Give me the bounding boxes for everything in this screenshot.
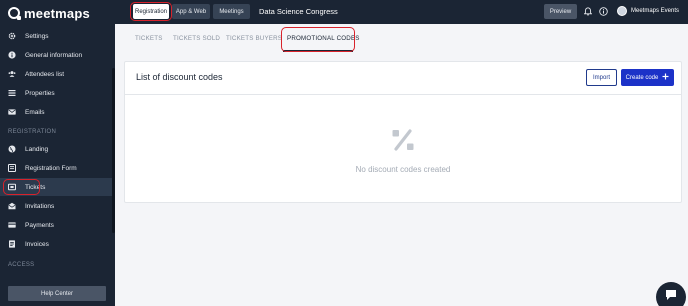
sidebar-item-invoices[interactable]: Invoices [0,235,112,253]
tab-tickets[interactable]: TICKETS [135,35,163,42]
top-bar: Registration App & Web Meetings Data Sci… [115,0,688,24]
sidebar-item-emails[interactable]: Emails [0,103,112,121]
sidebar-section-access: ACCESS [8,262,35,268]
card-icon [8,221,16,229]
bell-icon[interactable] [583,7,592,16]
sidebar-item-label: Landing [25,145,49,153]
tab-tickets-buyers[interactable]: TICKETS BUYERS [226,35,282,42]
sidebar-scrollbar[interactable] [112,68,115,233]
sidebar-item-label: Settings [25,32,49,40]
logo-text: meetmaps [24,5,90,21]
mail-icon [8,108,16,116]
app-logo[interactable]: meetmaps [8,5,90,21]
tab-app-web[interactable]: App & Web [172,4,210,19]
user-name[interactable]: Meetmaps Events [631,8,679,14]
sidebar-item-invitations[interactable]: Invitations [0,197,112,215]
gear-icon [8,32,16,40]
sidebar-item-label: Registration Form [25,164,77,172]
sidebar-section-registration: REGISTRATION [8,129,57,135]
tab-registration[interactable]: Registration [133,4,169,19]
sidebar-item-tickets[interactable]: Tickets [0,178,112,196]
tab-promotional-codes[interactable]: PROMOTIONAL CODES [287,35,360,42]
sidebar-item-label: Attendees list [25,70,65,78]
list-icon [8,89,16,97]
info-icon [8,51,16,59]
discount-codes-card: List of discount codes Import Create cod… [124,61,682,203]
chat-button[interactable] [656,282,686,306]
sidebar-item-label: Emails [25,108,45,116]
form-icon [8,164,16,172]
sidebar-item-label: Payments [25,221,54,229]
chat-icon [664,288,678,306]
import-button[interactable]: Import [586,69,617,86]
invoice-icon [8,240,16,248]
sidebar-item-registration-form[interactable]: Registration Form [0,159,112,177]
sidebar-item-landing[interactable]: Landing [0,140,112,158]
sidebar-item-label: Tickets [25,183,46,191]
active-tab-indicator [283,50,353,52]
sidebar-item-label: Invitations [25,202,55,210]
logo-icon [8,7,21,20]
sidebar-item-attendees-list[interactable]: Attendees list [0,65,112,83]
create-code-button[interactable]: Create code [621,69,674,86]
sidebar: meetmaps Settings General information At… [0,0,115,306]
help-center-button[interactable]: Help Center [8,286,106,301]
preview-button[interactable]: Preview [544,4,577,19]
avatar[interactable] [617,6,627,16]
percent-icon [390,127,416,153]
sidebar-item-general-information[interactable]: General information [0,46,112,64]
globe-icon [8,145,16,153]
create-code-label: Create code [625,74,659,81]
sidebar-item-label: Properties [25,89,55,97]
invitation-icon [8,202,16,210]
sidebar-item-label: General information [25,51,83,59]
tab-meetings[interactable]: Meetings [213,4,250,19]
sidebar-item-settings[interactable]: Settings [0,27,112,45]
sidebar-item-payments[interactable]: Payments [0,216,112,234]
help-icon[interactable] [599,7,608,16]
tab-tickets-sold[interactable]: TICKETS SOLD [173,35,220,42]
empty-state-text: No discount codes created [355,165,451,174]
users-icon [8,70,16,78]
card-title: List of discount codes [136,72,223,82]
card-header: List of discount codes Import Create cod… [125,62,681,95]
plus-icon [662,73,669,82]
sidebar-item-label: Invoices [25,240,49,248]
event-title: Data Science Congress [259,7,338,16]
ticket-icon [8,183,16,191]
sidebar-item-properties[interactable]: Properties [0,84,112,102]
subtabs-bar: TICKETS TICKETS SOLD TICKETS BUYERS PROM… [115,24,688,54]
